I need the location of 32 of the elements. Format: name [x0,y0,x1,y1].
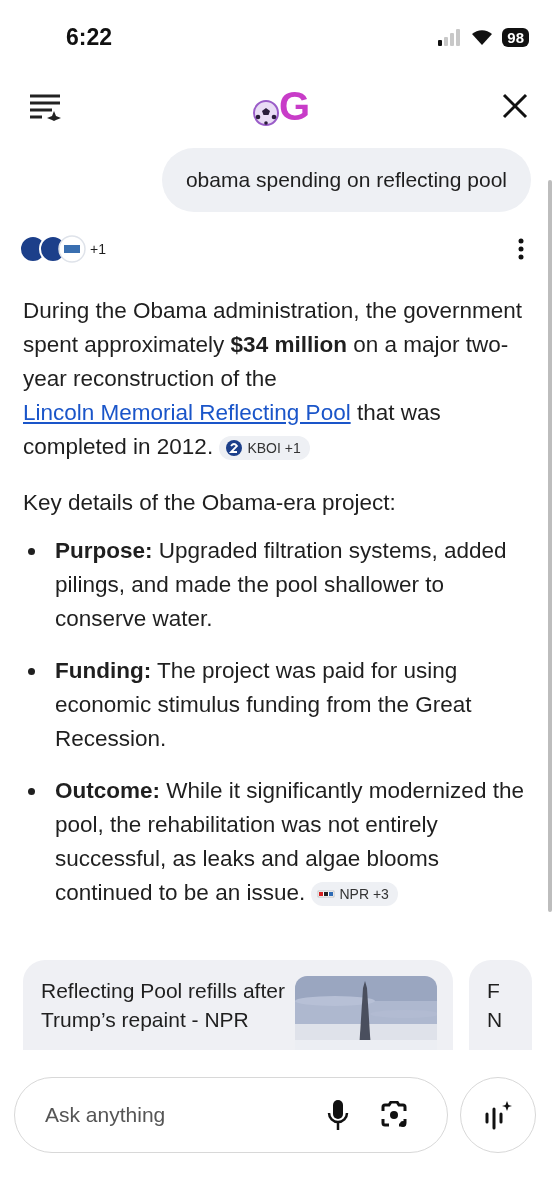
wifi-icon [470,28,495,46]
bullet-icon [28,668,35,675]
card-title: Reflecting Pool refills after Trump’s repaint - NPR [41,978,285,1033]
source-count: +1 [90,241,106,257]
input-field[interactable]: Ask anything [43,1102,297,1128]
bullet-icon [28,788,35,795]
citation-chip[interactable]: KBOI +1 [219,436,310,461]
signal-icon [436,28,463,46]
article-card[interactable]: F N [469,960,532,1050]
bullet-text: Funding: The project was paid for using economic stimulus funding from the Great Recession. [55,657,473,753]
bullet-text: Purpose: Upgraded filtration systems, added pilings, and made the pool shallower to conserve water. [55,537,508,633]
bullet-text: Outcome: While it significantly modernized the pool, the rehabilitation was not entirely successful, as leaks and algae blooms continued to be an issue. NPR +3 [55,777,525,909]
source-logos-icon [18,234,88,264]
link[interactable]: Lincoln Memorial Reflecting Pool [23,400,351,425]
battery-icon: 98 [502,27,529,47]
clock: 6:22 [66,23,113,51]
scrollbar[interactable] [548,180,552,912]
microphone-icon[interactable] [327,1099,349,1131]
query-bubble: obama spending on reflecting pool [161,148,531,212]
citation-chip[interactable]: NPR +3 [311,882,398,907]
circle-logo-icon [225,439,244,458]
ball-icon [252,100,279,126]
bullet-icon [28,548,35,555]
answer-text: During the Obama administration, the government spent approximately $34 million on a major two-year reconstruction of the Lincoln Memorial Reflecting Pool that was completed in 2012. KBOI +1 [23,297,523,463]
close-icon[interactable] [501,92,529,120]
sparkle-waveform-icon [484,1100,512,1130]
article-card[interactable]: Reflecting Pool refills after Trump’s repaint - NPR [23,960,453,1050]
logo: G [278,84,311,128]
card-title: F N [487,978,503,1033]
camera-icon[interactable] [379,1101,409,1129]
more-options-icon[interactable] [517,238,525,260]
answer-text: Key details of the Obama-era project: [23,489,397,517]
